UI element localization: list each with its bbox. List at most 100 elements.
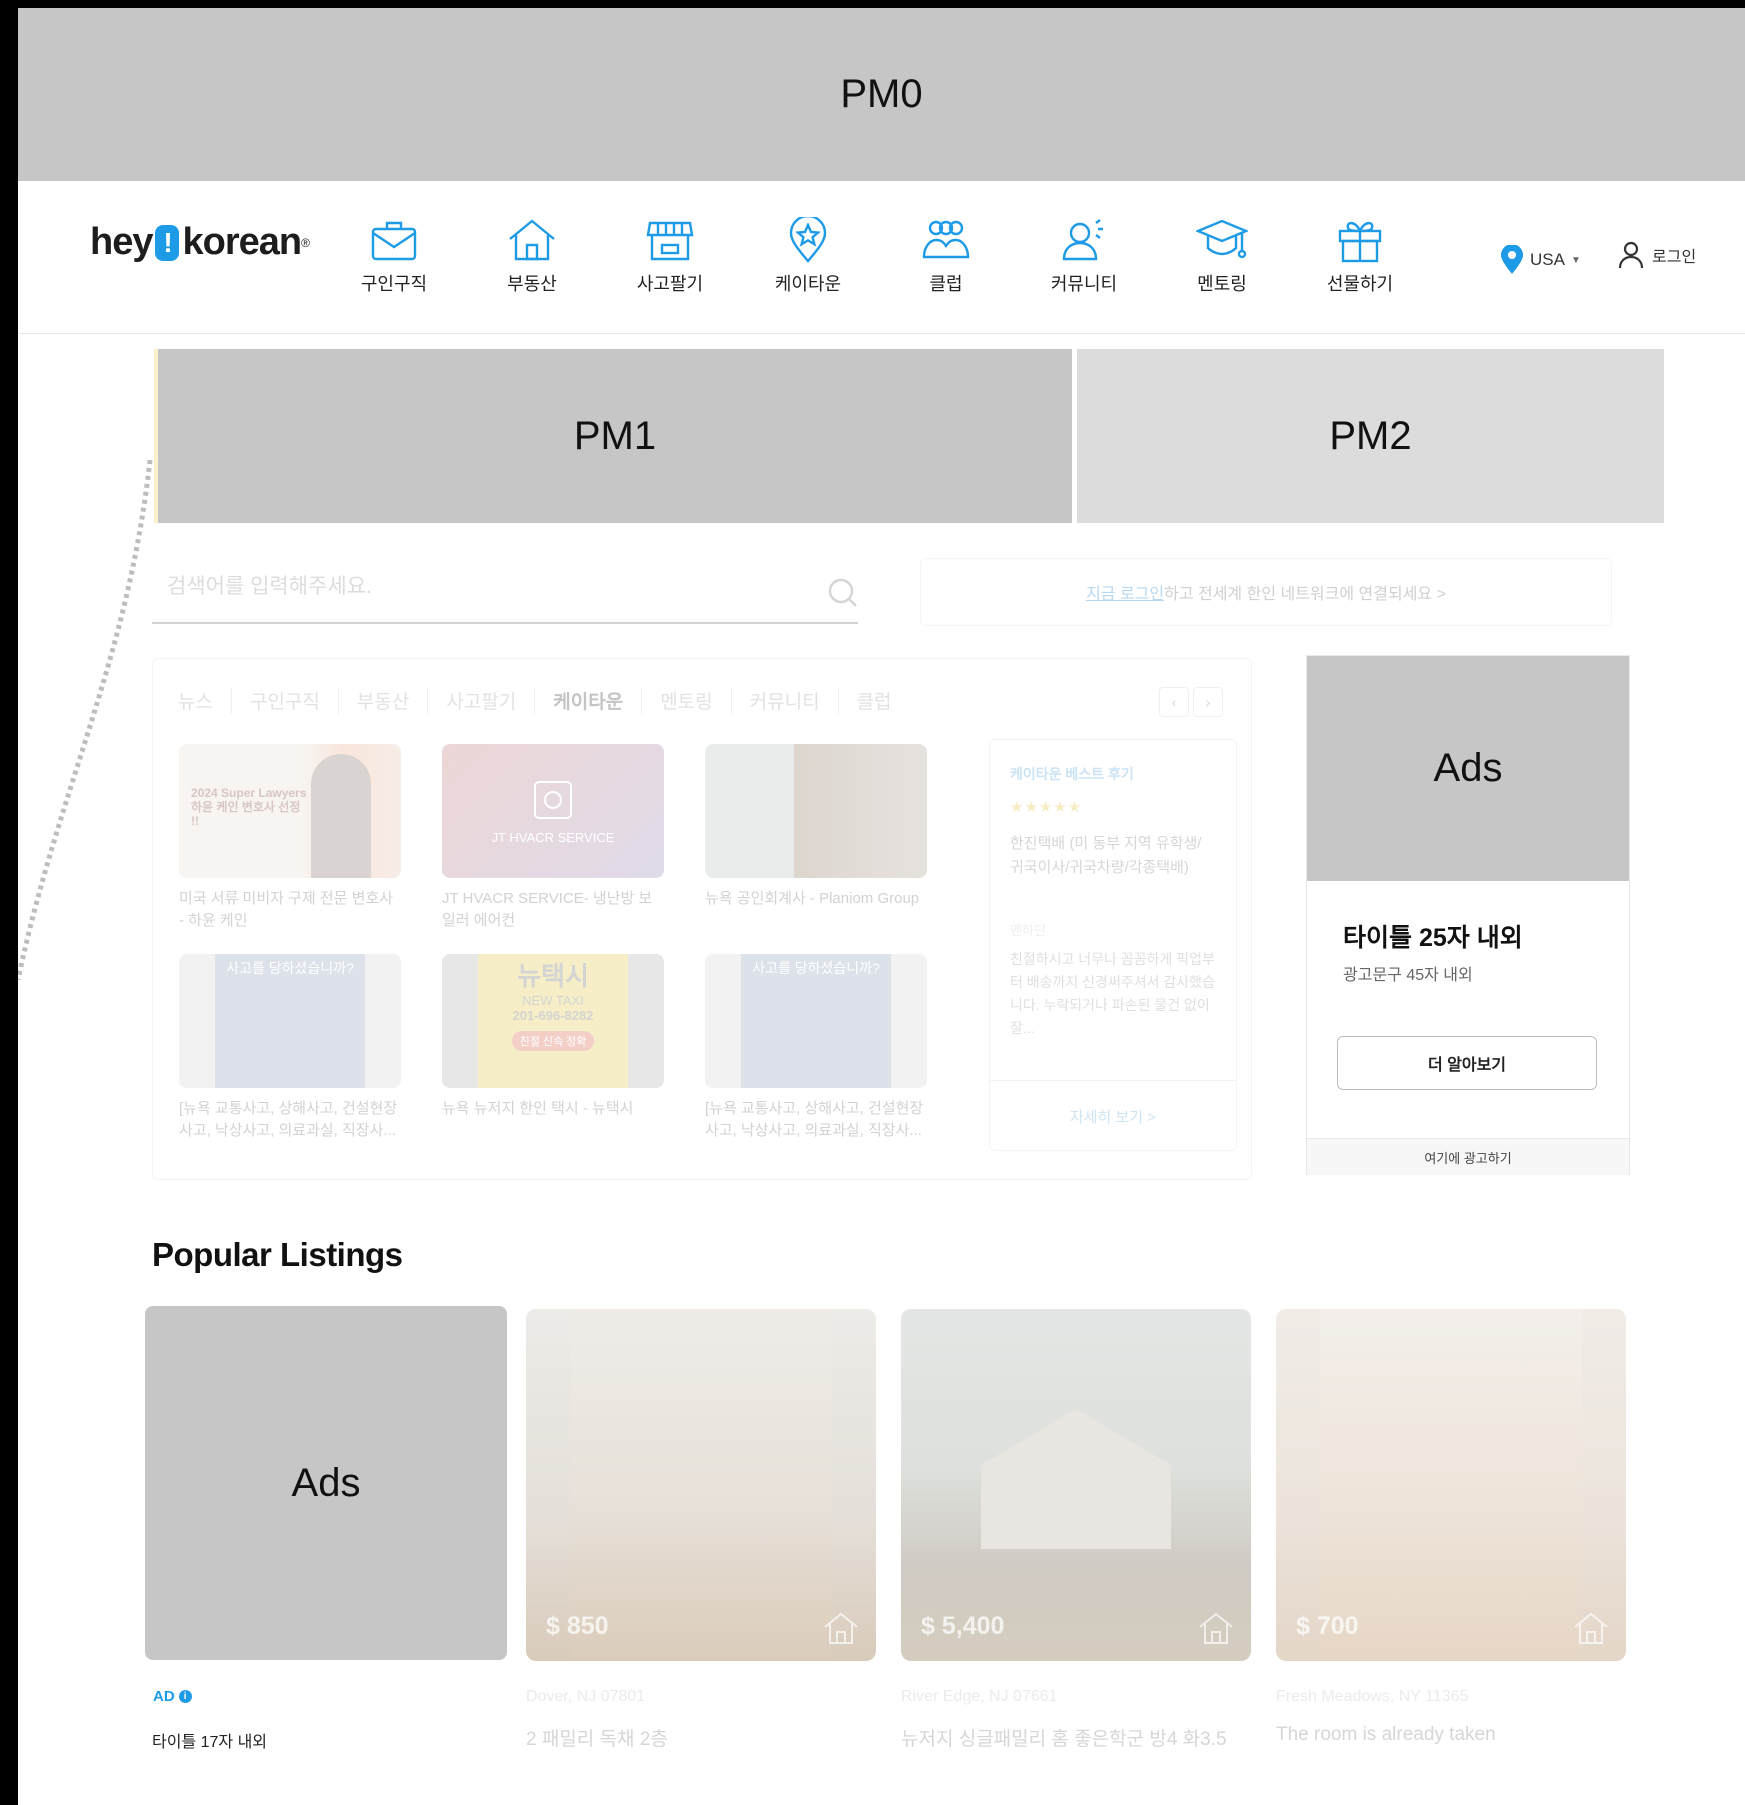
listing-title[interactable]: 뉴저지 싱글패밀리 홈 좋은학군 방4 화3.5 xyxy=(901,1724,1227,1751)
nav-item-buysell[interactable]: 사고팔기 xyxy=(610,217,730,296)
listing-location: River Edge, NJ 07661 xyxy=(901,1688,1058,1705)
listing-card[interactable]: $ 700 xyxy=(1276,1309,1626,1661)
pm2-label: PM2 xyxy=(1329,413,1412,458)
tab-news[interactable]: 뉴스 xyxy=(178,687,232,714)
pm0-label: PM0 xyxy=(840,72,923,116)
group-icon xyxy=(922,220,970,259)
taxi-ad: 뉴택시 NEW TAXI 201-696-8282 친절 신속 정확 xyxy=(478,954,628,1088)
card-image xyxy=(705,744,927,878)
login-label: 로그인 xyxy=(1652,249,1697,266)
card-image: JT HVACR SERVICE xyxy=(442,744,664,878)
advertise-here-link[interactable]: 여기에 광고하기 xyxy=(1307,1138,1629,1175)
card-image-text: 사고를 당하셨습니까? xyxy=(215,954,365,1088)
listing-ad-label: Ads xyxy=(291,1460,361,1505)
card-caption: [뉴욕 교통사고, 상해사고, 건설현장 사고, 낙상사고, 의료과실, 직장사… xyxy=(179,1100,398,1139)
nav-item-community[interactable]: 커뮤니티 xyxy=(1024,217,1144,296)
pm0-placeholder: PM0 xyxy=(18,8,1745,181)
house-icon xyxy=(1199,1612,1233,1644)
person-image xyxy=(311,754,371,878)
search-bar[interactable]: 검색어를 입력해주세요. xyxy=(152,558,858,624)
ktown-panel: 뉴스 구인구직 부동산 사고팔기 케이타운 멘토링 커뮤니티 클럽 ‹ › 20… xyxy=(152,658,1252,1180)
card-accountant[interactable]: 뉴욕 공인회계사 - Planiom Group xyxy=(705,744,927,910)
card-image: 뉴택시 NEW TAXI 201-696-8282 친절 신속 정확 xyxy=(442,954,664,1088)
search-icon[interactable] xyxy=(828,578,858,608)
review-heading: 케이타운 베스트 후기 xyxy=(1010,766,1134,782)
nav-label: 케이타운 xyxy=(774,274,842,294)
review-stars: ★★★★★ xyxy=(1010,799,1083,816)
tab-buysell[interactable]: 사고팔기 xyxy=(428,687,536,714)
nav-item-realestate[interactable]: 부동산 xyxy=(472,217,592,296)
chevron-left-icon[interactable]: ‹ xyxy=(1159,687,1189,717)
location-pin-icon xyxy=(1501,245,1523,274)
pm2-placeholder: PM2 xyxy=(1077,349,1664,523)
tab-mentoring[interactable]: 멘토링 xyxy=(642,687,732,714)
search-input[interactable]: 검색어를 입력해주세요. xyxy=(167,570,372,600)
tab-ktown[interactable]: 케이타운 xyxy=(535,687,643,714)
nav-item-gift[interactable]: 선물하기 xyxy=(1300,217,1420,296)
nav-item-jobs[interactable]: 구인구직 xyxy=(334,217,454,296)
site-logo[interactable]: hey ! korean ® xyxy=(90,221,310,264)
house-icon xyxy=(824,1612,858,1644)
category-tabs: 뉴스 구인구직 부동산 사고팔기 케이타운 멘토링 커뮤니티 클럽 xyxy=(178,687,910,714)
listing-ad-title: 타이틀 17자 내외 xyxy=(152,1734,268,1751)
graduation-cap-icon xyxy=(1194,219,1250,259)
chevron-right-icon[interactable]: › xyxy=(1193,687,1223,717)
listing-photo xyxy=(570,1309,832,1661)
house-icon xyxy=(509,219,555,261)
info-icon[interactable]: i xyxy=(178,1690,192,1703)
review-body: 친절하시고 너무나 꼼꼼하게 픽업부터 배송까지 신경써주셔서 감사했습니다. … xyxy=(1010,951,1215,1036)
pm1-placeholder: PM1 xyxy=(158,349,1072,523)
card-accident-lawyer[interactable]: 사고를 당하셨습니까? [뉴욕 교통사고, 상해사고, 건설현장 사고, 낙상사… xyxy=(179,954,401,1142)
side-ad-card: Ads 타이틀 25자 내외 광고문구 45자 내외 더 알아보기 여기에 광고… xyxy=(1306,655,1630,1175)
listing-price: $ 5,400 xyxy=(921,1612,1005,1640)
dotted-connector-line xyxy=(18,460,153,980)
tab-realestate[interactable]: 부동산 xyxy=(339,687,429,714)
nav-label: 부동산 xyxy=(507,274,557,294)
listing-location: Fresh Meadows, NY 11365 xyxy=(1276,1688,1469,1705)
card-taxi[interactable]: 뉴택시 NEW TAXI 201-696-8282 친절 신속 정확 뉴욕 뉴저… xyxy=(442,954,664,1120)
card-caption: 뉴욕 뉴저지 한인 택시 - 뉴택시 xyxy=(442,1100,634,1117)
nav-item-mentoring[interactable]: 멘토링 xyxy=(1162,217,1282,296)
tab-jobs[interactable]: 구인구직 xyxy=(232,687,339,714)
listing-ad-placeholder[interactable]: Ads xyxy=(145,1306,507,1660)
promo-login-link[interactable]: 지금 로그인 xyxy=(1086,580,1164,604)
caret-down-icon: ▼ xyxy=(1570,254,1581,266)
card-lawyer[interactable]: 2024 Super Lawyers 하윤 케인 변호사 선정 !! 미국 서류… xyxy=(179,744,401,932)
carousel-arrows: ‹ › xyxy=(1159,687,1223,717)
tab-community[interactable]: 커뮤니티 xyxy=(732,687,839,714)
card-image-text: 사고를 당하셨습니까? xyxy=(741,954,891,1088)
listing-title[interactable]: The room is already taken xyxy=(1276,1724,1496,1746)
review-author: 멘하딘 xyxy=(1010,923,1046,938)
learn-more-button[interactable]: 더 알아보기 xyxy=(1337,1036,1597,1090)
login-promo-banner[interactable]: 지금 로그인 하고 전세계 한인 네트워크에 연결되세요 > xyxy=(920,558,1612,626)
location-selector[interactable]: USA ▼ xyxy=(1500,245,1581,275)
card-caption: 미국 서류 미비자 구제 전문 변호사 - 하윤 케인 xyxy=(179,890,394,929)
listing-title[interactable]: 2 패밀리 독채 2층 xyxy=(526,1724,668,1751)
taxi-phone: 201-696-8282 xyxy=(512,1008,594,1023)
location-star-icon xyxy=(789,214,827,263)
nav-item-club[interactable]: 클럽 xyxy=(886,217,1006,296)
review-title: 한진택배 (미 동부 지역 유학생/귀국이사/귀국차량/각종택배) xyxy=(1010,835,1202,876)
nav-label: 커뮤니티 xyxy=(1050,274,1118,294)
listing-price: $ 850 xyxy=(546,1612,609,1640)
ad-badge-label: AD xyxy=(153,1688,175,1705)
best-review-card[interactable]: 케이타운 베스트 후기 ★★★★★ 한진택배 (미 동부 지역 유학생/귀국이사… xyxy=(989,739,1237,1151)
side-ad-description: 광고문구 45자 내외 xyxy=(1343,967,1473,984)
pm1-label: PM1 xyxy=(573,413,657,458)
tab-club[interactable]: 클럽 xyxy=(839,687,910,714)
review-more-link[interactable]: 자세히 보기 > xyxy=(990,1080,1236,1151)
listing-card[interactable]: $ 850 xyxy=(526,1309,876,1661)
card-caption: JT HVACR SERVICE- 냉난방 보일러 에어컨 xyxy=(442,890,653,929)
card-accident-lawyer-2[interactable]: 사고를 당하셨습니까? [뉴욕 교통사고, 상해사고, 건설현장 사고, 낙상사… xyxy=(705,954,927,1142)
nav-item-ktown[interactable]: 케이타운 xyxy=(748,214,868,296)
house-icon xyxy=(1574,1612,1608,1644)
card-image-text: JT HVACR SERVICE xyxy=(491,829,615,845)
nav-label: 멘토링 xyxy=(1197,274,1247,294)
card-image: 사고를 당하셨습니까? xyxy=(705,954,927,1088)
listing-card[interactable]: $ 5,400 xyxy=(901,1309,1251,1661)
page-canvas: PM0 hey ! korean ® 구인구직 부동산 사고팔기 케이타운 클럽 xyxy=(18,8,1745,1805)
login-button[interactable]: 로그인 xyxy=(1618,241,1696,269)
card-caption: 뉴욕 공인회계사 - Planiom Group xyxy=(705,890,920,907)
card-image: 2024 Super Lawyers 하윤 케인 변호사 선정 !! xyxy=(179,744,401,878)
card-hvacr[interactable]: JT HVACR SERVICE JT HVACR SERVICE- 냉난방 보… xyxy=(442,744,664,932)
